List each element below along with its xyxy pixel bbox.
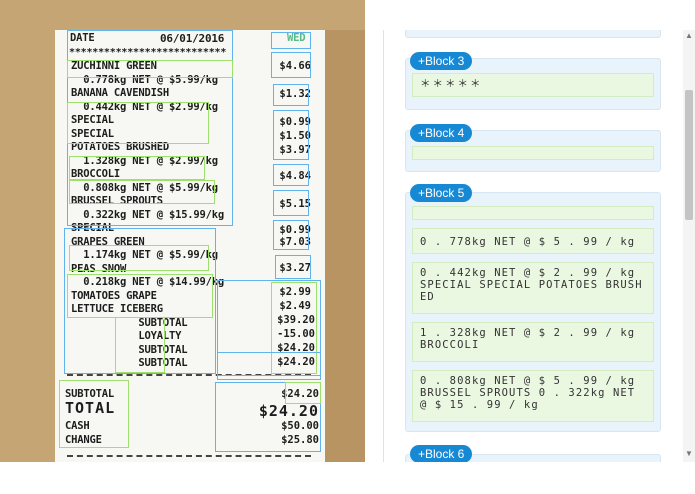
detection-box bbox=[217, 352, 321, 380]
detection-box bbox=[273, 164, 309, 186]
detection-box bbox=[271, 52, 311, 78]
detection-box bbox=[69, 180, 215, 204]
block-5-line[interactable] bbox=[412, 206, 654, 220]
block-5-line[interactable]: 0 . 808kg NET @ $ 5 . 99 / kg BRUSSEL SP… bbox=[412, 370, 654, 422]
scroll-up-icon[interactable]: ▲ bbox=[685, 32, 693, 40]
block-5-line[interactable]: 1 . 328kg NET @ $ 2 . 99 / kg BROCCOLI bbox=[412, 322, 654, 362]
detection-box bbox=[273, 110, 309, 160]
scrollbar-thumb[interactable] bbox=[685, 90, 693, 220]
detection-box bbox=[67, 274, 213, 318]
detection-box bbox=[273, 220, 309, 250]
ocr-blocks-panel[interactable]: +Block 3 ＊＊＊＊＊ +Block 4 +Block 5 0 . 778… bbox=[383, 30, 695, 462]
panel-scrollbar[interactable]: ▲ ▼ bbox=[683, 30, 695, 462]
receipt-background bbox=[325, 30, 365, 462]
block-5-toggle[interactable]: +Block 5 bbox=[410, 184, 473, 202]
block-5-line[interactable]: 0 . 442kg NET @ $ 2 . 99 / kg SPECIAL SP… bbox=[412, 262, 654, 314]
block-2-card bbox=[405, 30, 661, 38]
detection-box bbox=[67, 102, 209, 144]
block-4-toggle[interactable]: +Block 4 bbox=[410, 124, 473, 142]
block-3-line[interactable]: ＊＊＊＊＊ bbox=[412, 73, 654, 97]
detection-box bbox=[275, 255, 311, 279]
block-6-toggle[interactable]: +Block 6 bbox=[410, 445, 473, 462]
scroll-down-icon[interactable]: ▼ bbox=[685, 450, 693, 458]
detection-box bbox=[273, 190, 309, 216]
receipt-image: DATE 06/01/2016 WED ********************… bbox=[0, 0, 365, 462]
detection-box bbox=[59, 380, 129, 448]
detection-box bbox=[273, 84, 309, 106]
detection-box bbox=[67, 60, 233, 78]
block-5-line[interactable]: 0 . 778kg NET @ $ 5 . 99 / kg bbox=[412, 228, 654, 254]
block-3-toggle[interactable]: +Block 3 bbox=[410, 52, 473, 70]
receipt-paper: DATE 06/01/2016 WED ********************… bbox=[55, 30, 325, 462]
detection-box bbox=[69, 245, 209, 271]
detection-box bbox=[271, 32, 311, 49]
detection-box bbox=[69, 156, 205, 180]
detection-box bbox=[115, 317, 165, 373]
receipt-divider-bottom bbox=[67, 455, 311, 457]
block-4-line[interactable] bbox=[412, 146, 654, 160]
detection-box bbox=[285, 382, 321, 404]
